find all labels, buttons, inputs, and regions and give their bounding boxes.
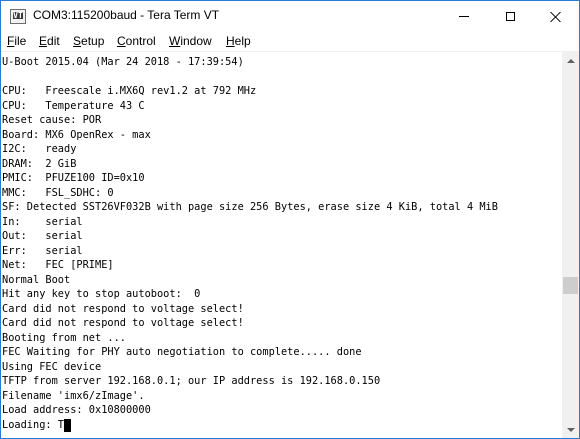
terminal-line: MMC: FSL_SDHC: 0 <box>2 187 114 199</box>
minimize-button[interactable] <box>441 1 487 32</box>
minimize-icon <box>459 16 469 17</box>
menu-window-accel: W <box>169 34 181 48</box>
menu-help-label: elp <box>234 34 251 48</box>
terminal-line: Card did not respond to voltage select! <box>2 317 244 329</box>
terminal-line: Card did not respond to voltage select! <box>2 303 244 315</box>
menu-setup-label: etup <box>81 34 105 48</box>
terminal-line: CPU: Temperature 43 C <box>2 100 145 112</box>
window-title: COM3:115200baud - Tera Term VT <box>33 8 220 22</box>
terminal-line: TFTP from server 192.168.0.1; our IP add… <box>2 375 381 387</box>
terminal-line: PMIC: PFUZE100 ID=0x10 <box>2 172 145 184</box>
title-bar[interactable]: VT COM3:115200baud - Tera Term VT <box>1 1 579 32</box>
terminal-output[interactable]: U-Boot 2015.04 (Mar 24 2018 - 17:39:54) C… <box>1 52 562 438</box>
terminal-line: Load address: 0x10800000 <box>2 404 151 416</box>
arrow-down-icon <box>566 427 575 432</box>
menu-help[interactable]: Help <box>226 34 251 48</box>
menu-file-label: ile <box>14 34 27 48</box>
menu-bar: File Edit Setup Control Window Help <box>1 32 579 52</box>
menu-file[interactable]: File <box>7 34 26 48</box>
terminal-line: In: serial <box>2 216 83 228</box>
menu-window[interactable]: Window <box>169 34 212 48</box>
menu-window-label: indow <box>180 34 212 48</box>
app-icon-label: VT <box>13 11 23 20</box>
terminal-line: Err: serial <box>2 245 83 257</box>
terminal-line: Loading: T <box>2 419 64 431</box>
terminal-line: SF: Detected SST26VF032B with page size … <box>2 201 498 213</box>
terminal-line: Net: FEC [PRIME] <box>2 259 114 271</box>
vertical-scrollbar[interactable] <box>562 52 579 438</box>
terminal-line: Hit any key to stop autoboot: 0 <box>2 288 201 300</box>
menu-edit-label: dit <box>47 34 60 48</box>
terminal-line: Out: serial <box>2 230 83 242</box>
menu-edit[interactable]: Edit <box>39 34 60 48</box>
terminal-line: FEC Waiting for PHY auto negotiation to … <box>2 346 362 358</box>
terminal-line: Filename 'imx6/zImage'. <box>2 390 145 402</box>
terminal-line: Booting from net ... <box>2 332 126 344</box>
scrollbar-thumb[interactable] <box>563 277 578 294</box>
menu-help-accel: H <box>226 34 235 48</box>
arrow-up-icon <box>566 58 575 63</box>
menu-setup-accel: S <box>73 34 82 48</box>
terminal-line: I2C: ready <box>2 143 77 155</box>
scroll-down-button[interactable] <box>562 421 579 438</box>
terminal-window: VT COM3:115200baud - Tera Term VT File E… <box>0 0 580 439</box>
terminal-line: Reset cause: POR <box>2 114 102 126</box>
close-button[interactable] <box>533 1 579 32</box>
scroll-up-button[interactable] <box>562 52 579 69</box>
terminal-line: CPU: Freescale i.MX6Q rev1.2 at 792 MHz <box>2 85 257 97</box>
menu-setup[interactable]: Setup <box>73 34 104 48</box>
terminal-line: DRAM: 2 GiB <box>2 158 77 170</box>
terminal-line: Normal Boot <box>2 274 71 286</box>
maximize-icon <box>505 12 515 21</box>
close-icon <box>550 11 562 23</box>
menu-control-accel: C <box>117 34 126 48</box>
terminal-line: U-Boot 2015.04 (Mar 24 2018 - 17:39:54) <box>2 56 244 68</box>
maximize-button[interactable] <box>487 1 533 32</box>
menu-control[interactable]: Control <box>117 34 156 48</box>
terminal-cursor <box>64 419 71 432</box>
menu-control-label: ontrol <box>125 34 156 48</box>
terminal-line: Board: MX6 OpenRex - max <box>2 129 151 141</box>
teraterm-app-icon[interactable]: VT <box>10 9 26 24</box>
menu-edit-accel: E <box>39 34 48 48</box>
terminal-line: Using FEC device <box>2 361 102 373</box>
